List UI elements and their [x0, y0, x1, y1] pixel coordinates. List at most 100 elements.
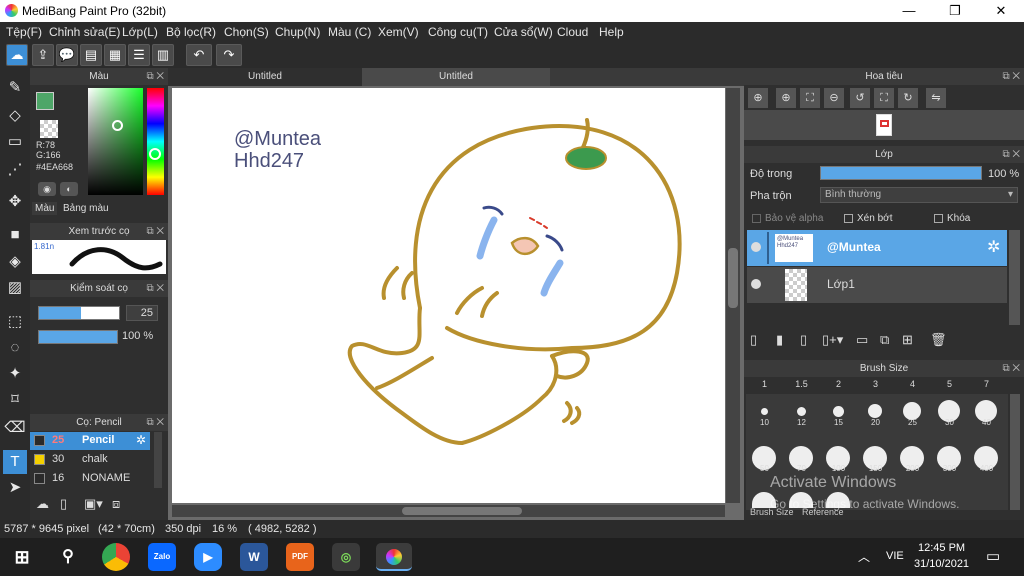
brush-size-cell[interactable]: 200 — [894, 440, 931, 476]
panel-float-close-icon[interactable]: ⧉ ✕ — [146, 414, 164, 431]
zoom-in-icon[interactable]: ⊕ — [776, 88, 796, 108]
clock-date[interactable]: 31/10/2021 — [914, 558, 969, 570]
layer-scrollbar[interactable] — [1009, 230, 1020, 325]
brush-opacity-slider[interactable] — [38, 330, 118, 344]
tab-document-2[interactable]: Untitled — [362, 68, 550, 86]
menu-snap[interactable]: Chụp(N) — [275, 25, 320, 39]
protect-alpha-checkbox[interactable]: Bảo vệ alpha — [752, 213, 823, 224]
brush-size-cell[interactable]: 25 — [894, 394, 931, 430]
transparent-color-swatch[interactable] — [40, 120, 58, 138]
tab-color[interactable]: Màu — [32, 202, 58, 215]
rotate-right-icon[interactable]: ↻ — [898, 88, 918, 108]
brush-size-cell[interactable]: 20 — [857, 394, 894, 430]
share-icon[interactable]: ⇪ — [32, 44, 54, 66]
horizontal-scrollbar[interactable] — [172, 505, 725, 517]
zoom-fit-icon[interactable]: ⊕ — [748, 88, 768, 108]
add-color-icon[interactable]: ◐ — [60, 182, 78, 196]
panel-float-close-icon[interactable]: ⧉ ✕ — [1002, 146, 1020, 163]
brush-size-cell[interactable]: 100 — [820, 440, 857, 476]
brush-size-cell[interactable]: 7 — [968, 379, 1005, 389]
chrome-icon[interactable] — [102, 543, 130, 571]
clock-time[interactable]: 12:45 PM — [918, 542, 965, 554]
hue-slider-handle[interactable] — [149, 148, 161, 160]
brush-tool-icon[interactable]: ✎ — [3, 76, 27, 100]
delete-layer-icon[interactable]: 🗑 — [930, 332, 947, 348]
brush-item-chalk[interactable]: 30 chalk — [30, 451, 150, 469]
panel-float-close-icon[interactable]: ⧉ ✕ — [1002, 68, 1020, 85]
blend-mode-select[interactable]: Bình thường ▾ — [820, 187, 1018, 203]
layer-row-muntea[interactable]: @Muntea Hhd247 @Muntea ✲ — [747, 230, 1007, 266]
search-icon[interactable]: ⚲ — [54, 543, 82, 571]
brush-size-cell[interactable]: 300 — [931, 440, 968, 476]
brush-size-cell[interactable]: 15 — [820, 394, 857, 430]
reset-view-icon[interactable]: ⛶ — [874, 88, 894, 108]
brush-size-cell[interactable]: 3 — [857, 379, 894, 389]
new-halftone-layer-icon[interactable]: ▮ — [776, 332, 783, 348]
grid-icon[interactable]: ▥ — [152, 44, 174, 66]
lasso-tool-icon[interactable]: ◌ — [3, 336, 27, 360]
gear-icon[interactable]: ✲ — [987, 237, 1000, 257]
lock-checkbox[interactable]: Khóa — [934, 213, 970, 224]
brush-size-cell[interactable]: 150 — [857, 440, 894, 476]
sv-picker-handle[interactable] — [112, 120, 123, 131]
operation-tool-icon[interactable]: ➤ — [3, 476, 27, 500]
rotate-left-icon[interactable]: ↺ — [850, 88, 870, 108]
menu-select[interactable]: Chọn(S) — [224, 25, 269, 39]
gear-icon[interactable]: ✲ — [136, 433, 146, 447]
horizontal-scroll-thumb[interactable] — [402, 507, 522, 515]
brush-settings-icon[interactable]: ⧈ — [112, 496, 130, 514]
windows-start-icon[interactable]: ⊞ — [8, 543, 36, 571]
brush-size-cell[interactable]: 4 — [894, 379, 931, 389]
pdf-icon[interactable]: PDF — [286, 543, 314, 571]
eraser-tool-icon[interactable]: ◇ — [3, 104, 27, 128]
maximize-button[interactable]: ❐ — [932, 2, 978, 20]
zoom-out-icon[interactable]: ⊖ — [824, 88, 844, 108]
bucket-tool-icon[interactable]: ◈ — [3, 250, 27, 274]
notification-icon[interactable]: ▭ — [986, 547, 1000, 565]
hue-slider[interactable] — [147, 88, 164, 195]
tab-document-1[interactable]: Untitled — [168, 68, 362, 86]
navigator-preview[interactable] — [744, 110, 1024, 140]
medibang-taskbar-icon[interactable] — [376, 543, 412, 571]
panel-float-close-icon[interactable]: ⧉ ✕ — [146, 68, 164, 85]
eyedropper-icon[interactable]: ◉ — [38, 182, 56, 196]
menu-tools[interactable]: Công cụ(T) — [428, 25, 488, 39]
brush-item-pencil[interactable]: 25 Pencil ✲ — [30, 432, 150, 450]
panel-float-close-icon[interactable]: ⧉ ✕ — [146, 223, 164, 240]
clipping-checkbox[interactable]: Xén bớt — [844, 213, 892, 224]
text-bubble-icon[interactable]: ▤ — [80, 44, 102, 66]
brush-size-value[interactable]: 25 — [126, 305, 158, 321]
menu-window[interactable]: Cửa sổ(W) — [494, 25, 553, 39]
layer-row-lop1[interactable]: Lớp1 — [747, 267, 1007, 303]
menu-cloud[interactable]: Cloud — [557, 25, 588, 39]
brush-size-cell[interactable]: 1 — [746, 379, 783, 389]
brush-item-noname[interactable]: 16 NONAME — [30, 470, 150, 488]
menu-filter[interactable]: Bộ lọc(R) — [166, 25, 216, 39]
magic-wand-icon[interactable]: ✦ — [3, 362, 27, 386]
close-button[interactable]: ✕ — [978, 2, 1024, 20]
speech-bubble-icon[interactable]: 💬 — [56, 44, 78, 66]
brush-size-cell[interactable]: 1.5 — [783, 379, 820, 389]
brush-size-cell[interactable]: 400 — [968, 440, 1005, 476]
new-1bit-layer-icon[interactable]: ▯ — [800, 332, 807, 348]
cloud-icon[interactable]: ☁ — [6, 44, 28, 66]
folder-icon[interactable]: ▭ — [856, 332, 868, 348]
menu-help[interactable]: Help — [599, 25, 624, 39]
list-icon[interactable]: ☰ — [128, 44, 150, 66]
gradient-tool-icon[interactable]: ▨ — [3, 276, 27, 300]
panel-float-close-icon[interactable]: ⧉ ✕ — [146, 280, 164, 297]
menu-layer[interactable]: Lớp(L) — [122, 25, 158, 39]
material-icon[interactable]: ▦ — [104, 44, 126, 66]
undo-icon[interactable]: ↶ — [186, 44, 212, 66]
language-indicator[interactable]: VIE — [886, 550, 904, 562]
chevron-up-icon[interactable]: ︿ — [858, 548, 870, 565]
color-sv-picker[interactable] — [88, 88, 143, 195]
select-eraser-icon[interactable]: ⌫ — [3, 416, 27, 440]
flip-icon[interactable]: ⇋ — [926, 88, 946, 108]
menu-view[interactable]: Xem(V) — [378, 25, 419, 39]
brush-size-cell[interactable]: 12 — [783, 394, 820, 430]
menu-edit[interactable]: Chỉnh sửa(E) — [49, 25, 120, 39]
add-layer-menu-icon[interactable]: ▯+▾ — [822, 332, 843, 348]
vertical-scroll-thumb[interactable] — [728, 248, 738, 308]
minimize-button[interactable]: — — [886, 2, 932, 20]
